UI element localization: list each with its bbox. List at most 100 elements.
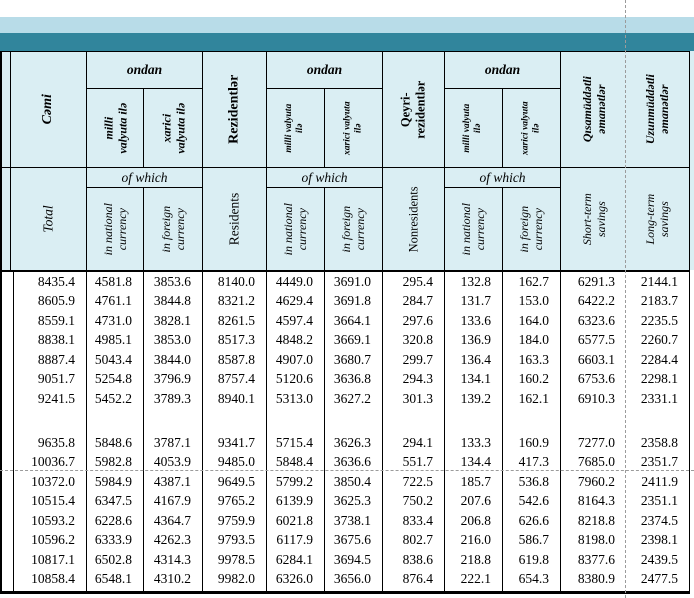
header-cell-xarici-2[interactable]: xarici valyuta ilə [325, 89, 383, 168]
table-cell[interactable]: 3625.3 [325, 492, 383, 512]
table-cell[interactable]: 132.8 [445, 272, 503, 292]
table-cell[interactable]: 6422.2 [561, 292, 626, 312]
table-cell[interactable]: 4985.1 [87, 331, 144, 351]
table-cell[interactable]: 9765.2 [203, 492, 267, 512]
header-cell-empty-az[interactable] [2, 52, 11, 168]
table-cell[interactable]: 3691.0 [325, 272, 383, 292]
table-cell[interactable] [626, 589, 689, 591]
table-cell[interactable]: 10515.4 [11, 492, 87, 512]
table-cell[interactable] [383, 409, 445, 434]
table-cell[interactable]: 3694.5 [325, 550, 383, 570]
table-cell[interactable]: 4581.8 [87, 272, 144, 292]
table-cell[interactable]: 162.7 [503, 272, 561, 292]
table-cell[interactable]: 5313.0 [267, 389, 325, 409]
table-cell[interactable]: 9341.7 [203, 433, 267, 453]
table-cell[interactable] [203, 589, 267, 591]
table-cell[interactable] [626, 409, 689, 434]
header-cell-cami[interactable]: Cəmi [11, 52, 87, 168]
table-cell[interactable]: 2298.1 [626, 370, 689, 390]
header-cell-xarici-3[interactable]: xarici valyuta ilə [503, 89, 561, 168]
table-cell[interactable]: 133.3 [445, 433, 503, 453]
table-cell[interactable]: 6284.1 [267, 550, 325, 570]
table-cell[interactable]: 2235.5 [626, 311, 689, 331]
header-cell-of-which-1[interactable]: of which [87, 168, 203, 188]
table-cell[interactable]: 2331.1 [626, 389, 689, 409]
table-cell[interactable] [11, 589, 87, 591]
table-cell[interactable]: 2398.1 [626, 531, 689, 551]
table-cell[interactable]: 3828.1 [144, 311, 203, 331]
table-cell[interactable] [383, 589, 445, 591]
table-cell[interactable]: 6347.5 [87, 492, 144, 512]
table-cell[interactable]: 9793.5 [203, 531, 267, 551]
table-cell[interactable]: 4848.2 [267, 331, 325, 351]
header-cell-of-which-3[interactable]: of which [445, 168, 561, 188]
table-cell[interactable]: 6291.3 [561, 272, 626, 292]
header-cell-empty-en[interactable] [2, 168, 11, 270]
header-cell-xarici-1[interactable]: xarici valyuta ilə [144, 89, 203, 168]
table-cell[interactable]: 10858.4 [11, 570, 87, 590]
table-cell[interactable]: 5043.4 [87, 350, 144, 370]
table-cell[interactable]: 2351.1 [626, 492, 689, 512]
table-cell[interactable]: 301.3 [383, 389, 445, 409]
table-cell[interactable]: 2183.7 [626, 292, 689, 312]
header-cell-in-foreign-2[interactable]: in foreign currency [325, 188, 383, 270]
table-cell[interactable]: 9635.8 [11, 433, 87, 453]
table-cell[interactable]: 2144.1 [626, 272, 689, 292]
table-cell[interactable]: 284.7 [383, 292, 445, 312]
header-cell-ondan-3[interactable]: ondan [445, 52, 561, 89]
table-cell[interactable]: 133.6 [445, 311, 503, 331]
table-cell[interactable] [11, 409, 87, 434]
table-cell[interactable]: 6228.6 [87, 511, 144, 531]
table-cell[interactable]: 222.1 [445, 570, 503, 590]
table-cell[interactable]: 3626.3 [325, 433, 383, 453]
table-cell[interactable]: 9978.5 [203, 550, 267, 570]
table-cell[interactable]: 8887.4 [11, 350, 87, 370]
table-cell[interactable]: 4597.4 [267, 311, 325, 331]
table-cell[interactable]: 2260.7 [626, 331, 689, 351]
table-cell[interactable]: 4364.7 [144, 511, 203, 531]
table-cell[interactable]: 3853.0 [144, 331, 203, 351]
header-cell-uzunmuddetli[interactable]: Uzunmüddətli əmanətlər [626, 52, 689, 168]
table-cell[interactable]: 134.1 [445, 370, 503, 390]
table-cell[interactable]: 8587.8 [203, 350, 267, 370]
table-cell[interactable]: 626.6 [503, 511, 561, 531]
table-cell[interactable]: 8435.4 [11, 272, 87, 292]
table-cell[interactable]: 2439.5 [626, 550, 689, 570]
table-cell[interactable] [87, 589, 144, 591]
header-cell-milli-2[interactable]: milli valyuta ilə [267, 89, 325, 168]
table-cell[interactable]: 8321.2 [203, 292, 267, 312]
table-cell[interactable]: 8517.3 [203, 331, 267, 351]
header-cell-in-national-1[interactable]: in national currency [87, 188, 144, 270]
table-cell[interactable]: 4907.0 [267, 350, 325, 370]
table-cell[interactable]: 160.2 [503, 370, 561, 390]
table-cell[interactable] [503, 409, 561, 434]
table-cell[interactable]: 320.8 [383, 331, 445, 351]
table-cell[interactable]: 3664.1 [325, 311, 383, 331]
table-cell[interactable] [87, 409, 144, 434]
table-cell[interactable]: 136.4 [445, 350, 503, 370]
table-cell[interactable]: 8218.8 [561, 511, 626, 531]
header-cell-of-which-2[interactable]: of which [267, 168, 383, 188]
table-cell[interactable]: 536.8 [503, 472, 561, 492]
table-cell[interactable]: 8261.5 [203, 311, 267, 331]
table-cell[interactable]: 3675.6 [325, 531, 383, 551]
header-cell-in-national-3[interactable]: in national currency [445, 188, 503, 270]
table-cell[interactable]: 5120.6 [267, 370, 325, 390]
table-cell[interactable]: 207.6 [445, 492, 503, 512]
table-cell[interactable]: 2411.9 [626, 472, 689, 492]
header-cell-in-foreign-3[interactable]: in foreign currency [503, 188, 561, 270]
table-cell[interactable]: 8559.1 [11, 311, 87, 331]
table-cell[interactable] [445, 589, 503, 591]
table-cell[interactable]: 722.5 [383, 472, 445, 492]
table-cell[interactable] [144, 409, 203, 434]
table-cell[interactable] [267, 409, 325, 434]
table-cell[interactable]: 5715.4 [267, 433, 325, 453]
table-cell[interactable]: 3844.8 [144, 292, 203, 312]
table-cell[interactable]: 4314.3 [144, 550, 203, 570]
table-cell[interactable]: 139.2 [445, 389, 503, 409]
header-cell-short-term[interactable]: Short-term savings [561, 168, 626, 270]
table-cell[interactable]: 9051.7 [11, 370, 87, 390]
table-cell[interactable] [325, 589, 383, 591]
table-cell[interactable]: 3669.1 [325, 331, 383, 351]
table-cell[interactable]: 3691.8 [325, 292, 383, 312]
